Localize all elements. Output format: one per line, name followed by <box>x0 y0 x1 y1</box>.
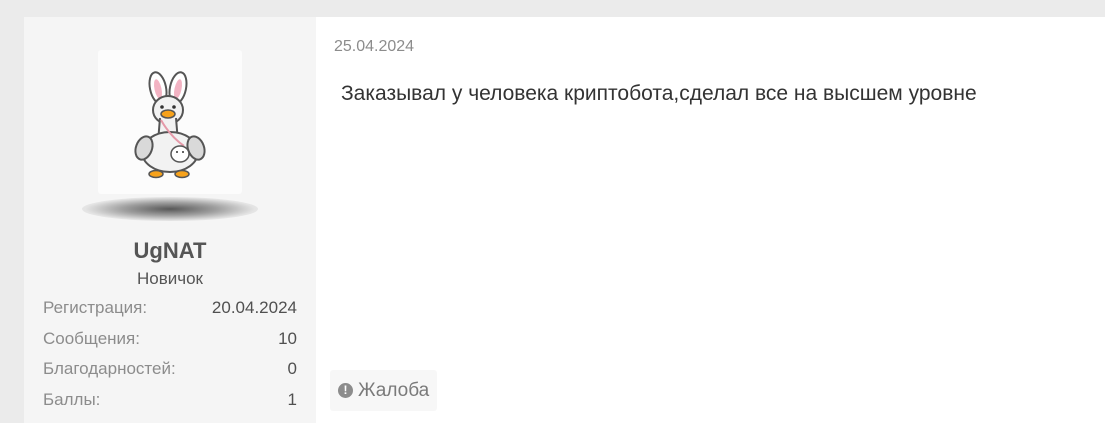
stat-label: Сообщения: <box>43 329 140 348</box>
avatar-shadow <box>82 197 258 221</box>
stat-messages: Сообщения: 10 <box>43 328 297 350</box>
avatar[interactable] <box>98 50 242 194</box>
stat-value: 1 <box>287 390 297 409</box>
stat-label: Баллы: <box>43 390 101 409</box>
report-label: Жалоба <box>358 379 430 401</box>
stat-label: Регистрация: <box>43 298 148 317</box>
stat-value: 20.04.2024 <box>211 298 297 317</box>
user-info-panel: UgNAT Новичок Регистрация: 20.04.2024 Со… <box>24 17 316 423</box>
duck-avatar-icon <box>134 71 206 179</box>
stat-label: Благодарностей: <box>43 359 176 378</box>
stat-registration: Регистрация: 20.04.2024 <box>43 297 297 319</box>
username[interactable]: UgNAT <box>24 238 316 264</box>
stat-value: 0 <box>287 359 297 378</box>
alert-circle-icon: ! <box>338 383 353 398</box>
report-button[interactable]: ! Жалоба <box>330 370 438 411</box>
post-message: Заказывал у человека криптобота,сделал в… <box>341 82 977 105</box>
post-date[interactable]: 25.04.2024 <box>334 37 414 57</box>
stat-thanks: Благодарностей: 0 <box>43 358 297 380</box>
user-title: Новичок <box>136 269 203 288</box>
forum-post: UgNAT Новичок Регистрация: 20.04.2024 Со… <box>24 17 1105 423</box>
stat-value: 10 <box>278 329 297 348</box>
stat-points: Баллы: 1 <box>43 389 297 411</box>
